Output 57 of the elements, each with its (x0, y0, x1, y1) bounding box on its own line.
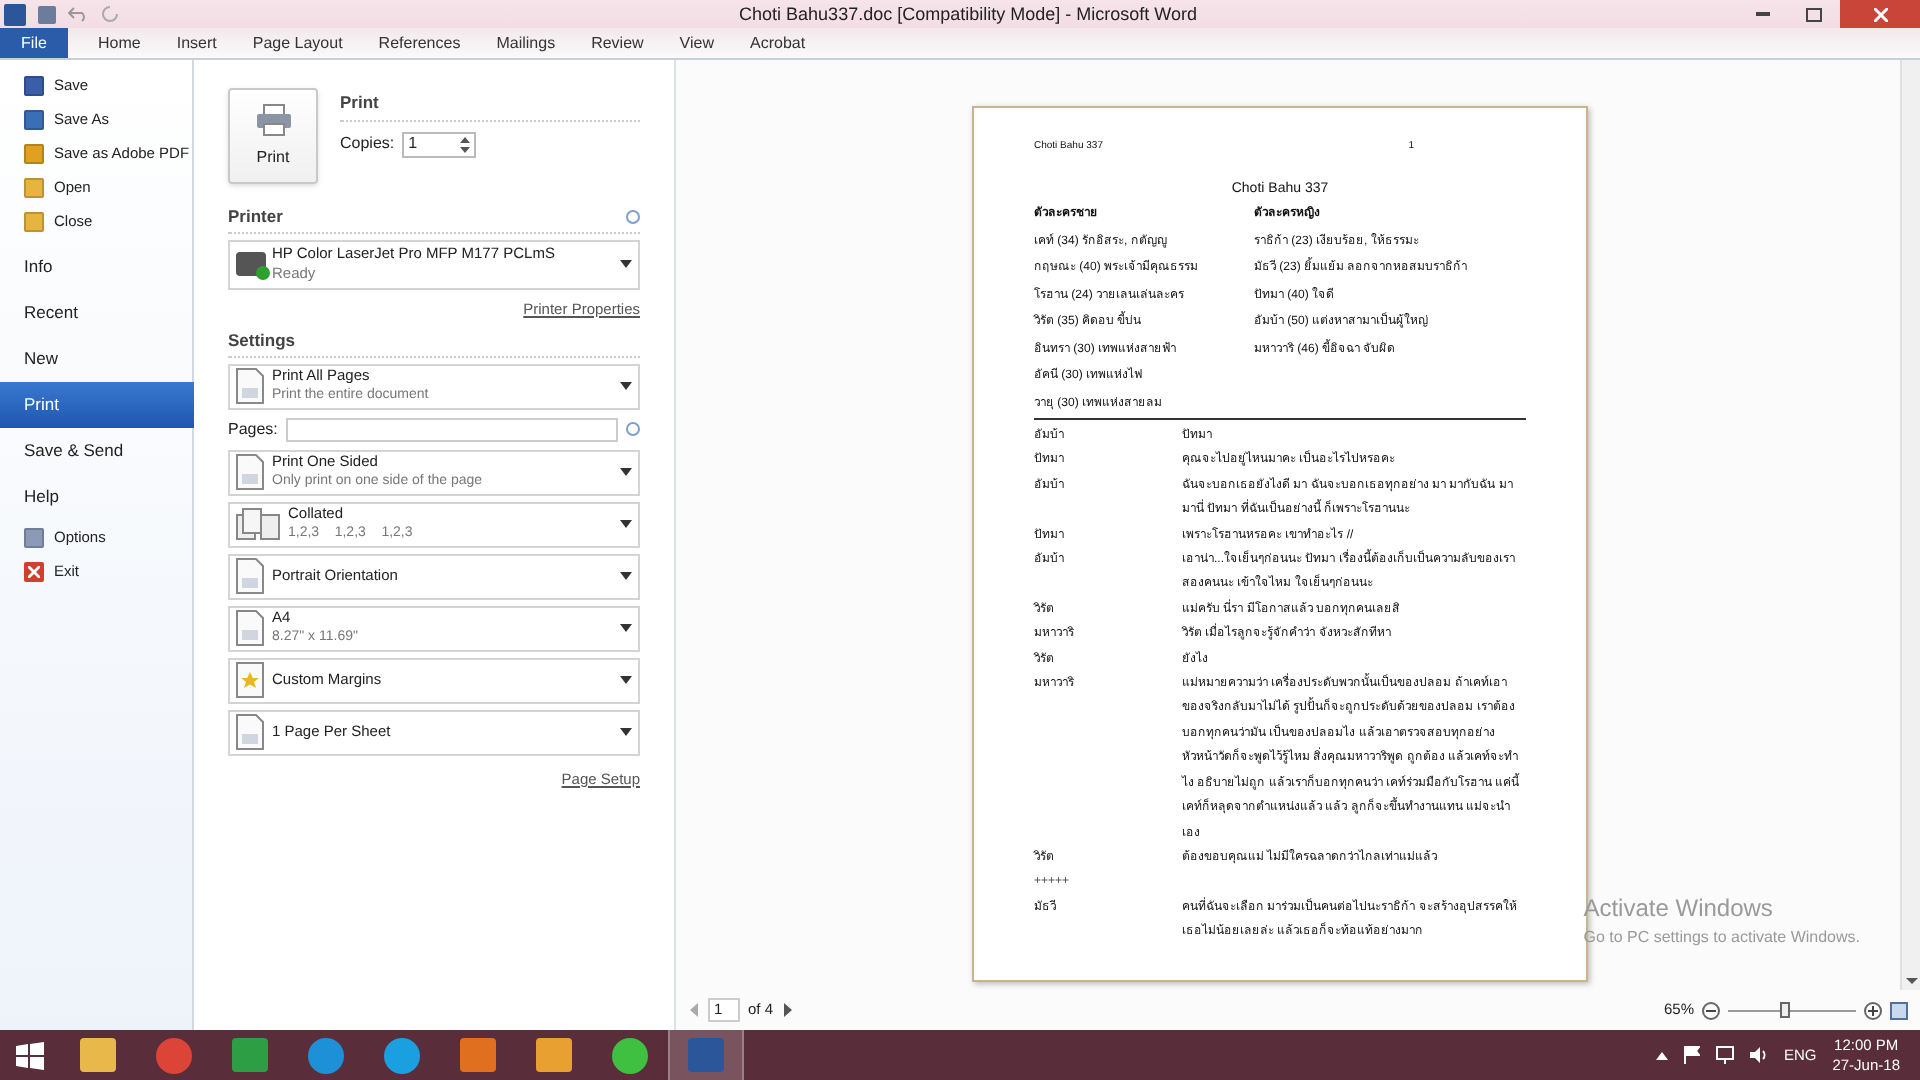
ribbon-tab[interactable]: File (0, 28, 68, 58)
ribbon-tab[interactable]: References (360, 28, 479, 58)
zoom-thumb[interactable] (1780, 1002, 1791, 1018)
page-icon (236, 714, 264, 751)
page-icon (236, 454, 264, 491)
ribbon-tab[interactable]: Acrobat (732, 28, 824, 58)
window-title: Choti Bahu337.doc [Compatibility Mode] - Microsoft Word (739, 2, 1197, 28)
fit-page-icon[interactable] (1890, 1001, 1908, 1019)
menu-item[interactable]: Save & Send (0, 428, 192, 474)
copies-spinner[interactable]: 1 (402, 131, 477, 158)
zoom-slider[interactable] (1728, 1001, 1856, 1019)
windows-logo-icon[interactable] (16, 1041, 44, 1069)
info-icon (626, 422, 640, 437)
close-button[interactable] (1840, 0, 1920, 28)
menu-item[interactable]: Recent (0, 290, 192, 336)
pages-field[interactable] (285, 417, 618, 442)
section-heading: Settings (228, 328, 640, 358)
zoom-in-button[interactable] (1864, 1001, 1882, 1019)
caret-icon (620, 676, 632, 685)
pages-label: Pages: (228, 417, 278, 442)
caret-icon (620, 728, 632, 737)
caret-icon (620, 572, 632, 581)
next-page-icon[interactable] (781, 1002, 794, 1018)
caret-icon (620, 382, 632, 391)
network-icon[interactable] (1715, 1046, 1734, 1064)
section-heading: Printer (228, 204, 283, 230)
ribbon-tab[interactable]: View (661, 28, 732, 58)
ribbon-tab[interactable]: Home (80, 28, 159, 58)
flag-icon[interactable] (1683, 1046, 1700, 1064)
margins-icon (236, 662, 264, 699)
spinner-arrows-icon (460, 135, 471, 154)
info-icon (626, 209, 640, 224)
ribbon-tab[interactable]: Review (573, 28, 662, 58)
copies-label: Copies: (340, 132, 395, 157)
caret-icon (620, 260, 632, 269)
menu-item[interactable]: New (0, 336, 192, 382)
page-icon (236, 558, 264, 595)
menu-item[interactable]: Print (0, 382, 198, 428)
caret-icon (620, 468, 632, 477)
zoom-out-button[interactable] (1702, 1001, 1720, 1019)
menu-item[interactable]: Help (0, 474, 192, 520)
caret-icon (620, 520, 632, 529)
ribbon-tab[interactable]: Mailings (478, 28, 574, 58)
ribbon-tab[interactable]: Insert (158, 28, 235, 58)
close-icon (1873, 7, 1887, 21)
ribbon-tab[interactable]: Page Layout (234, 28, 361, 58)
print-button[interactable]: Print (228, 88, 318, 184)
close-icon (24, 561, 44, 581)
printer-icon (255, 103, 291, 135)
speaker-icon[interactable] (1749, 1046, 1768, 1064)
page-icon (236, 368, 264, 405)
show-hidden-icons[interactable] (1655, 1051, 1668, 1059)
page-icon (236, 610, 264, 647)
section-heading: Print (340, 90, 640, 122)
pages-stack-icon (236, 508, 280, 541)
menu-item[interactable]: Info (0, 244, 192, 290)
caret-icon (620, 624, 632, 633)
